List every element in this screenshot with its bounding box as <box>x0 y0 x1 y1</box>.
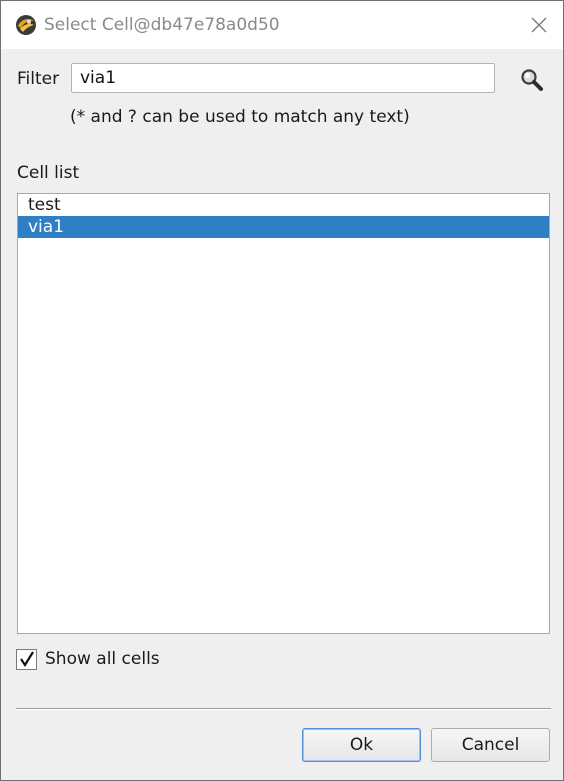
list-item[interactable]: test <box>18 194 549 216</box>
filter-input[interactable] <box>71 63 495 93</box>
search-icon[interactable] <box>519 67 545 93</box>
show-all-cells-label[interactable]: Show all cells <box>45 649 160 669</box>
checkmark-icon <box>20 651 34 668</box>
close-icon[interactable] <box>527 13 551 37</box>
cell-list-label: Cell list <box>17 163 80 183</box>
list-item-selected[interactable]: via1 <box>18 216 549 238</box>
window-title: Select Cell@db47e78a0d50 <box>44 15 280 35</box>
show-all-cells-checkbox[interactable] <box>16 649 37 670</box>
cancel-button[interactable]: Cancel <box>431 728 550 762</box>
select-cell-dialog: Select Cell@db47e78a0d50 Filter (* and ?… <box>0 0 564 781</box>
divider <box>16 708 551 710</box>
filter-label: Filter <box>17 69 60 89</box>
klayout-logo-icon <box>15 14 37 36</box>
ok-button[interactable]: Ok <box>302 728 421 762</box>
cell-list[interactable]: test via1 <box>17 193 550 634</box>
title-bar: Select Cell@db47e78a0d50 <box>1 1 563 49</box>
filter-hint: (* and ? can be used to match any text) <box>70 107 410 127</box>
